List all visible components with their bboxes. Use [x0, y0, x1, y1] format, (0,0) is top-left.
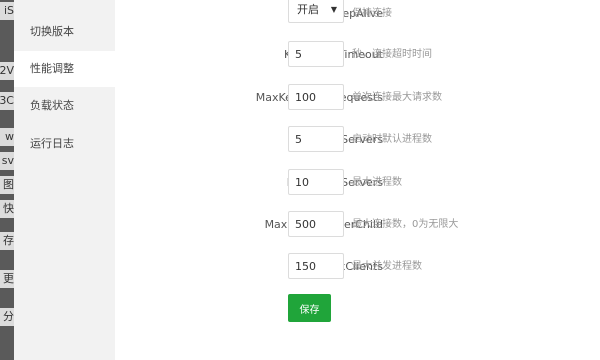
sidebar-item-label: 切换版本: [30, 25, 74, 38]
start-servers-input[interactable]: [288, 126, 344, 152]
field-hint: 最大进程数: [352, 177, 402, 188]
strip-fragment: 存: [0, 232, 14, 250]
form-row-keepalive: KeepAlive 开启 ▼ 保持连接: [115, 0, 600, 29]
field-hint: 单次连接最大请求数: [352, 92, 442, 103]
field-hint: 保持连接: [352, 8, 392, 19]
sidebar-item-switch-version[interactable]: 切换版本: [14, 14, 115, 50]
sidebar-nav: 切换版本 性能调整 负载状态 运行日志: [14, 0, 115, 360]
select-value: 开启: [297, 3, 319, 16]
strip-fragment: 快: [0, 200, 14, 218]
form-row-keepalive-timeout: KeepAliveTimeout 秒，连接超时时间: [115, 41, 600, 69]
strip-fragment: 更: [0, 270, 14, 288]
keepalive-select[interactable]: 开启 ▼: [288, 0, 344, 23]
max-spare-servers-input[interactable]: [288, 169, 344, 195]
strip-fragment: 分: [0, 308, 14, 326]
field-hint: 启动时默认进程数: [352, 134, 432, 145]
sidebar-item-label: 性能调整: [30, 62, 74, 75]
form-row-max-spare-servers: MaxSpareServers 最大进程数: [115, 169, 600, 197]
chevron-down-icon: ▼: [330, 5, 337, 14]
form-row-max-clients: MaxClients 最大并发进程数: [115, 253, 600, 281]
sidebar-item-load-status[interactable]: 负载状态: [14, 88, 115, 124]
parent-window-strip: iS 2V 3C w sv 图 快 存 更 分: [0, 0, 14, 360]
strip-fragment: w: [0, 128, 14, 146]
max-requests-per-child-input[interactable]: [288, 211, 344, 237]
field-hint: 秒，连接超时时间: [352, 49, 432, 60]
sidebar-item-label: 负载状态: [30, 99, 74, 112]
sidebar-item-performance-tuning[interactable]: 性能调整: [14, 51, 115, 87]
sidebar-item-run-log[interactable]: 运行日志: [14, 126, 115, 162]
strip-fragment: sv: [0, 152, 14, 170]
form-row-start-servers: StartServers 启动时默认进程数: [115, 126, 600, 154]
sidebar-item-label: 运行日志: [30, 137, 74, 150]
field-hint: 最大并发进程数: [352, 261, 422, 272]
max-keepalive-requests-input[interactable]: [288, 84, 344, 110]
form-row-max-requests-per-child: MaxRequestsPerChild 最大连接数，0为无限大: [115, 211, 600, 239]
max-clients-input[interactable]: [288, 253, 344, 279]
strip-fragment: iS: [0, 2, 14, 20]
field-hint: 最大连接数，0为无限大: [352, 219, 459, 230]
save-button[interactable]: 保存: [288, 294, 331, 322]
strip-fragment: 3C: [0, 92, 14, 110]
strip-fragment: 图: [0, 176, 14, 194]
strip-fragment: 2V: [0, 62, 14, 80]
form-row-max-keepalive-requests: MaxKeepAliveRequests 单次连接最大请求数: [115, 84, 600, 112]
keepalive-timeout-input[interactable]: [288, 41, 344, 67]
